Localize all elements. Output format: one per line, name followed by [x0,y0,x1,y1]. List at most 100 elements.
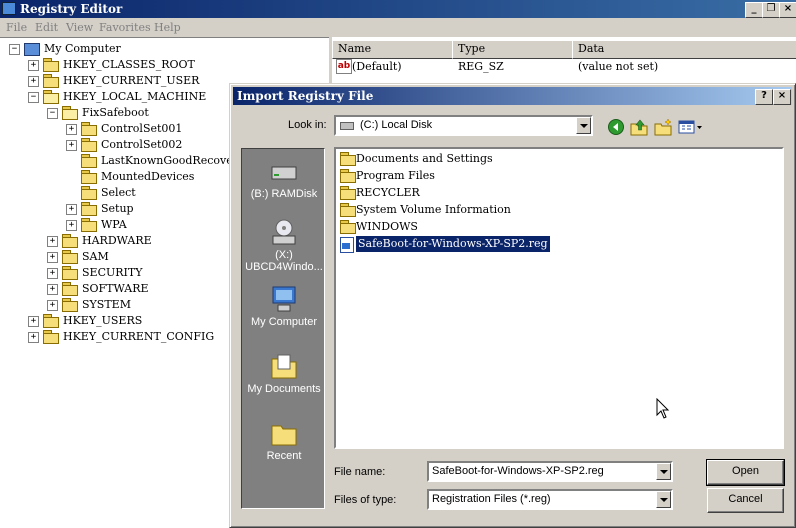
main-close-button[interactable]: × [779,2,796,18]
value-type: REG_SZ [458,60,504,73]
collapse-icon[interactable]: − [47,108,58,119]
import-registry-dialog: Import Registry File ? × Look in: (C:) L… [229,83,796,528]
column-header-data[interactable]: Data [572,40,796,59]
column-header-type[interactable]: Type [452,40,579,59]
file-type-dropdown-arrow[interactable] [656,491,671,508]
expand-icon[interactable]: + [47,300,58,311]
regedit-app-icon [2,2,16,15]
tree-node-label: HKEY_CLASSES_ROOT [63,58,195,71]
value-data: (value not set) [578,60,659,73]
expand-icon[interactable]: + [66,204,77,215]
column-header-name[interactable]: Name [332,40,459,59]
expand-icon[interactable]: + [28,332,39,343]
file-type-value: Registration Files (*.reg) [432,493,551,505]
collapse-icon[interactable]: − [28,92,39,103]
folder-icon [340,152,356,166]
look-in-select[interactable]: (C:) Local Disk [334,115,593,136]
look-in-dropdown-arrow[interactable] [576,117,591,134]
folder-icon [81,186,97,200]
place-cd-drive[interactable]: (X:) UBCD4Windo... [242,218,326,273]
expand-icon[interactable]: + [47,236,58,247]
tree-node-label: HKEY_CURRENT_USER [63,74,200,87]
value-name[interactable]: (Default) [352,59,402,75]
look-in-label: Look in: [288,119,327,131]
expand-icon[interactable]: + [28,60,39,71]
tree-node-label: HKEY_USERS [63,314,143,327]
place-label: (X:) UBCD4Windo... [245,249,323,273]
expand-icon[interactable]: + [66,124,77,135]
expand-icon[interactable]: + [47,284,58,295]
dialog-close-button[interactable]: × [773,89,791,105]
local-disk-icon [340,122,354,130]
file-name-dropdown-arrow[interactable] [656,463,671,480]
menu-file[interactable]: File [6,21,27,34]
folder-icon [340,203,356,217]
folder-icon [62,282,78,296]
tree-node-label: HKEY_LOCAL_MACHINE [63,90,207,103]
folder-icon [81,138,97,152]
folder-icon [62,250,78,264]
file-name-input[interactable]: SafeBoot-for-Windows-XP-SP2.reg [427,461,673,482]
help-button[interactable]: ? [755,89,773,105]
expand-icon[interactable]: + [47,268,58,279]
file-list[interactable]: Documents and Settings Program Files RECYC… [334,147,784,449]
file-type-select[interactable]: Registration Files (*.reg) [427,489,673,510]
folder-icon [43,90,59,104]
expand-icon[interactable]: + [66,220,77,231]
expand-icon[interactable]: + [47,252,58,263]
folder-icon [62,266,78,280]
expand-icon[interactable]: + [28,76,39,87]
place-recent[interactable]: Recent [242,419,326,462]
main-title-bar[interactable]: Registry Editor _ ❐ × [0,0,796,18]
place-documents[interactable]: My Documents [242,352,326,395]
restore-button[interactable]: ❐ [762,2,780,18]
computer-icon [269,285,299,313]
file-item-label: Program Files [356,169,435,182]
file-item-label: SafeBoot-for-Windows-XP-SP2.reg [355,235,551,253]
file-name-label: File name: [334,466,386,478]
folder-icon [43,330,59,344]
tree-node-label: ControlSet001 [101,122,183,135]
menu-edit[interactable]: Edit [35,21,58,34]
string-value-icon: ab [336,59,352,74]
tree-node-label: LastKnownGoodRecovery [101,154,245,167]
cd-drive-icon [269,218,299,246]
places-bar: (B:) RAMDisk (X:) UBCD4Windo... My Compute… [241,148,325,509]
collapse-icon[interactable]: − [9,44,20,55]
look-in-value: (C:) Local Disk [360,119,433,131]
tree-node-label: ControlSet002 [101,138,183,151]
tree-node-label: HKEY_CURRENT_CONFIG [63,330,215,343]
main-window-title: Registry Editor [20,2,123,16]
up-folder-icon[interactable] [630,118,648,136]
dialog-title-bar[interactable]: Import Registry File ? × [233,87,792,105]
back-icon[interactable] [607,118,625,136]
computer-icon [24,43,40,56]
documents-icon [269,352,299,380]
recent-icon [269,419,299,447]
open-button[interactable]: Open [706,459,785,486]
place-drive[interactable]: (B:) RAMDisk [242,157,326,200]
menu-view[interactable]: View [66,21,93,34]
file-type-label: Files of type: [334,494,397,506]
view-menu-icon[interactable] [678,118,704,136]
place-computer[interactable]: My Computer [242,285,326,328]
tree-node-label: MountedDevices [101,170,195,183]
tree-node-label: WPA [101,218,127,231]
menu-favorites[interactable]: Favorites [99,21,151,34]
tree-node-label: My Computer [44,42,121,55]
file-item-label: Documents and Settings [356,152,493,165]
folder-icon [43,58,59,72]
place-label: (B:) RAMDisk [250,188,318,200]
menu-bar: File Edit View Favorites Help [0,18,796,37]
expand-icon[interactable]: + [66,140,77,151]
cancel-button[interactable]: Cancel [707,488,784,513]
new-folder-icon[interactable] [654,118,672,136]
tree-node-label: Select [101,186,136,199]
minimize-button[interactable]: _ [745,2,763,18]
folder-icon [62,106,78,120]
folder-icon [81,122,97,136]
expand-icon[interactable]: + [28,316,39,327]
menu-help[interactable]: Help [154,21,181,34]
place-label: My Computer [250,316,318,328]
tree-node-label: FixSafeboot [82,106,149,119]
